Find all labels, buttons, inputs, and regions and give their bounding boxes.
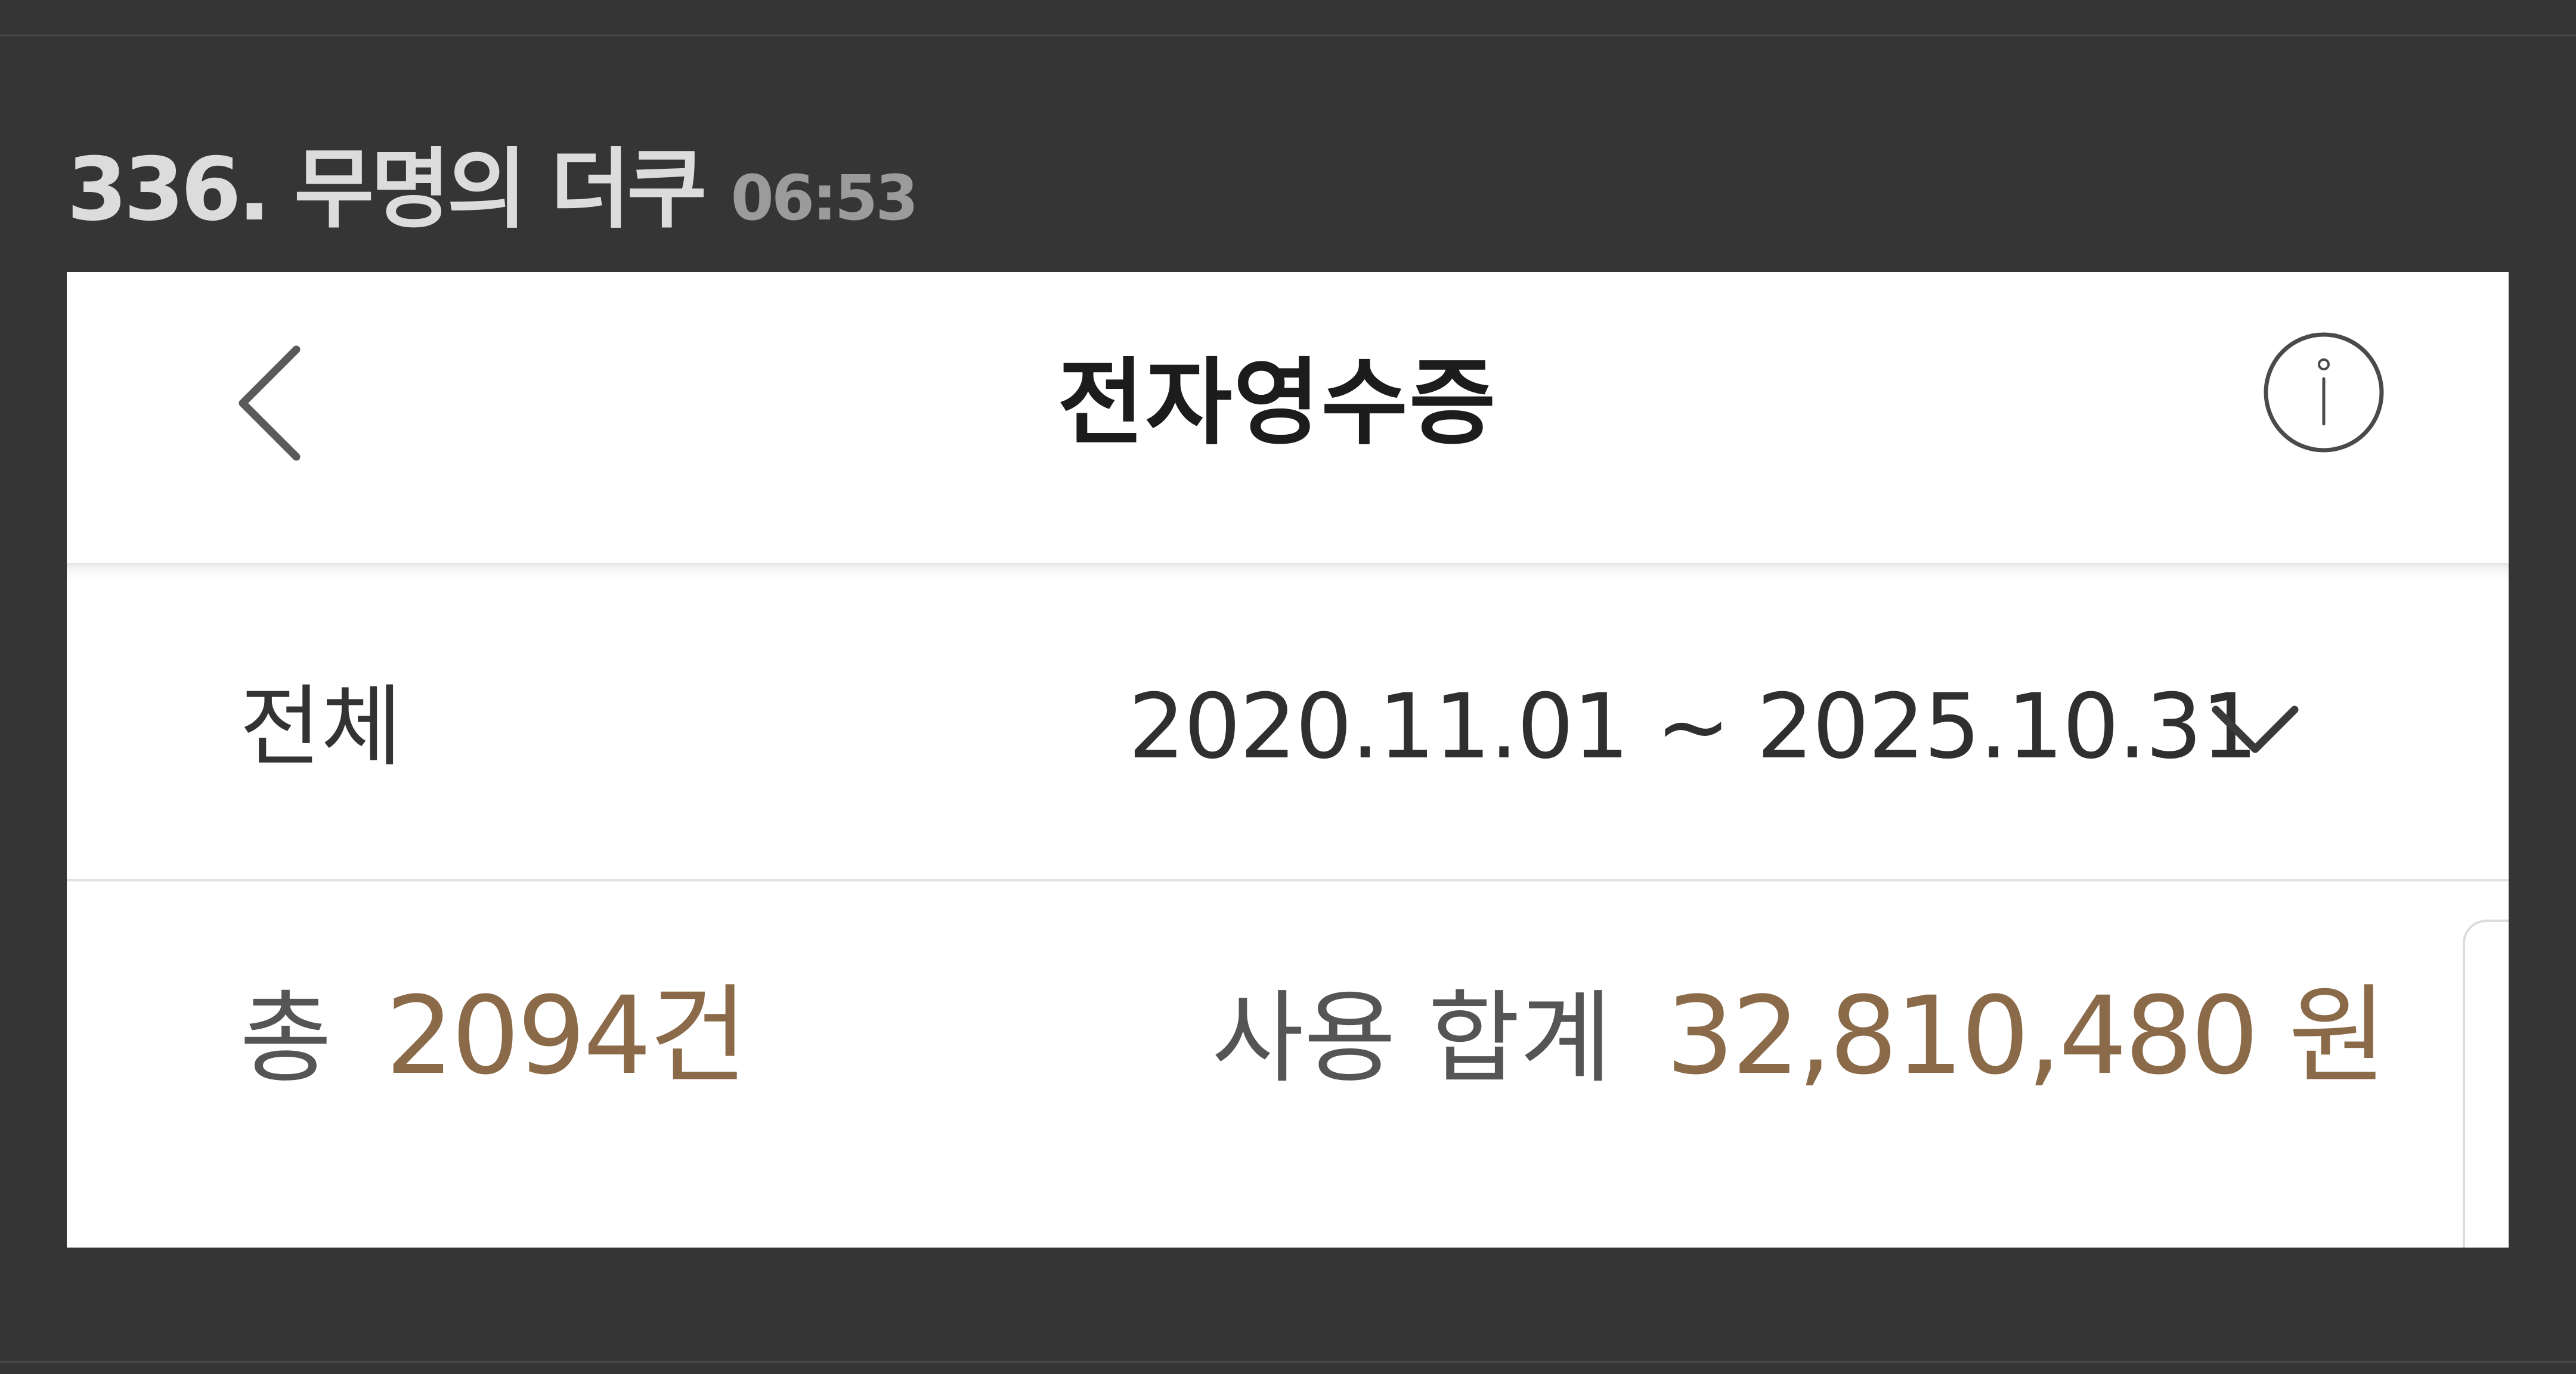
count-prefix: 총	[240, 980, 332, 1097]
back-button[interactable]	[198, 332, 341, 475]
post-title: 336. 무명의 더쿠	[67, 139, 707, 240]
post-header: 336. 무명의 더쿠 06:53	[67, 119, 919, 240]
filter-category-label: 전체	[240, 676, 402, 778]
bottom-divider	[0, 1361, 2576, 1363]
embedded-app-screenshot: 전자영수증 전체 2020.11.01 ~ 2025.10.31 총 2094건 …	[67, 272, 2509, 1248]
total-label: 사용 합계	[1212, 980, 1612, 1097]
chevron-left-icon	[239, 345, 301, 461]
info-button[interactable]	[2261, 330, 2386, 455]
post-timestamp: 06:53	[730, 162, 918, 234]
screen-title: 전자영수증	[1057, 348, 1497, 458]
date-range-selector[interactable]: 2020.11.01 ~ 2025.10.31	[1128, 581, 2258, 873]
info-circle-icon	[2264, 332, 2384, 453]
top-divider	[0, 35, 2576, 36]
header-shadow	[67, 563, 2509, 581]
app-header: 전자영수증	[67, 272, 2509, 563]
date-range-dropdown-button[interactable]	[2207, 700, 2303, 760]
summary-row: 총 2094건 사용 합계 32,810,480 원	[67, 881, 2509, 1197]
chevron-down-icon	[2212, 705, 2299, 753]
usage-total: 사용 합계 32,810,480 원	[1212, 923, 2387, 1150]
date-filter-row[interactable]: 전체 2020.11.01 ~ 2025.10.31	[67, 581, 2509, 873]
count-value: 2094건	[385, 974, 748, 1098]
total-value: 32,810,480 원	[1665, 974, 2387, 1098]
receipt-count: 총 2094건	[240, 923, 748, 1150]
scroll-panel-edge	[2463, 920, 2509, 1248]
